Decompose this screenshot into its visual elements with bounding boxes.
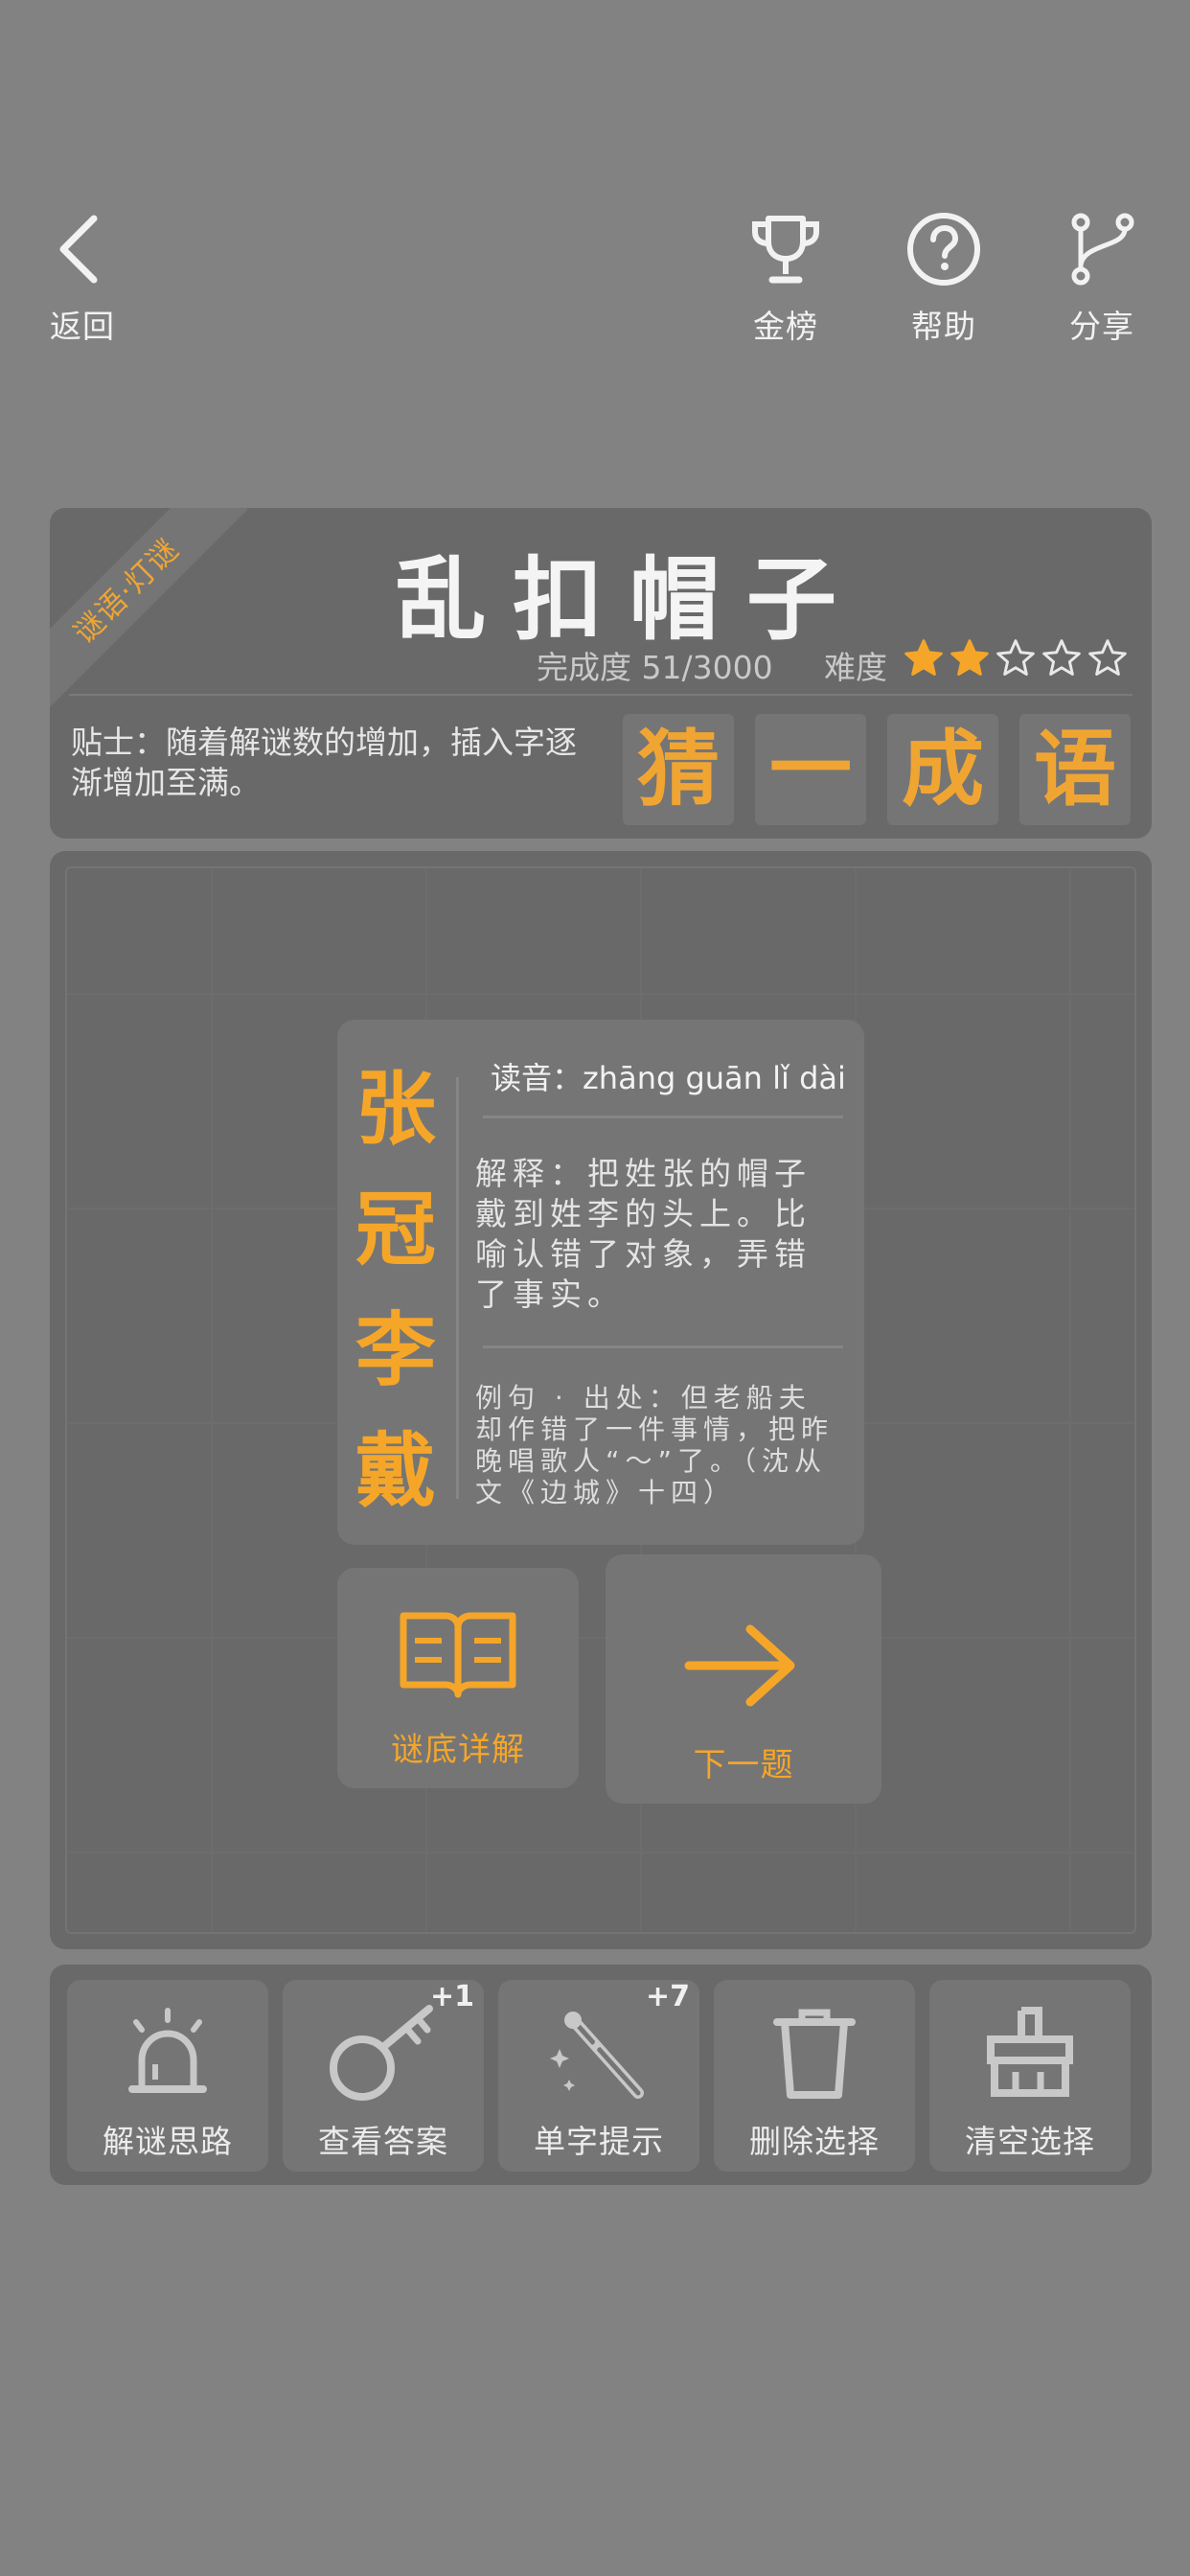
tool-label: 删除选择 bbox=[749, 2123, 880, 2160]
help-circle-icon bbox=[907, 213, 980, 286]
star-empty-icon bbox=[1042, 639, 1081, 676]
idiom-char: 冠 bbox=[355, 1183, 436, 1276]
divider bbox=[483, 1116, 843, 1118]
hint-chars: 猜一成语 bbox=[623, 714, 1131, 825]
answer-detail-label: 谜底详解 bbox=[391, 1731, 525, 1769]
broom-icon bbox=[987, 2007, 1073, 2097]
next-question-button[interactable]: 下一题 bbox=[606, 1554, 881, 1804]
star-filled-icon bbox=[904, 639, 943, 676]
clear-selection-button[interactable]: 清空选择 bbox=[929, 1980, 1131, 2172]
puzzle-card: 谜语·灯谜 乱扣帽子 完成度 51/3000 难度 贴士：随着解谜数的增加，插入… bbox=[50, 508, 1152, 839]
idiom-char: 戴 bbox=[355, 1424, 436, 1518]
key-icon bbox=[330, 2005, 433, 2101]
tool-label: 解谜思路 bbox=[103, 2123, 233, 2160]
open-book-icon bbox=[400, 1612, 516, 1698]
share-button[interactable]: 分享 bbox=[1044, 211, 1159, 355]
trophy-icon bbox=[752, 216, 819, 284]
tip-text: 贴士：随着解谜数的增加，插入字逐渐增加至满。 bbox=[71, 724, 577, 801]
idiom-char: 李 bbox=[355, 1303, 436, 1397]
answer-card: 张冠李戴 读音：zhāng guān lǐ dài 解释：把姓张的帽子戴到姓李的… bbox=[337, 1020, 864, 1545]
divider bbox=[456, 1077, 459, 1499]
magic-wand-icon bbox=[550, 2012, 644, 2099]
next-question-label: 下一题 bbox=[693, 1746, 794, 1784]
share-branch-icon bbox=[1071, 213, 1134, 286]
hint-approach-button[interactable]: 解谜思路 bbox=[67, 1980, 268, 2172]
tool-label: 查看答案 bbox=[318, 2123, 448, 2160]
divider bbox=[483, 1346, 843, 1348]
back-label: 返回 bbox=[50, 308, 115, 345]
tool-label: 清空选择 bbox=[965, 2123, 1095, 2160]
hint-char-tile: 语 bbox=[1019, 714, 1131, 825]
chevron-left-icon bbox=[59, 215, 98, 284]
single-char-hint-button[interactable]: +7 单字提示 bbox=[498, 1980, 699, 2172]
help-button[interactable]: 帮助 bbox=[886, 211, 1001, 355]
trash-icon bbox=[773, 2009, 856, 2099]
answer-idiom: 张冠李戴 bbox=[353, 1048, 439, 1531]
star-filled-icon bbox=[950, 639, 989, 676]
hint-char-tile: 成 bbox=[887, 714, 998, 825]
back-button[interactable]: 返回 bbox=[25, 211, 140, 355]
tool-badge: +1 bbox=[429, 1980, 474, 2013]
progress-text: 完成度 51/3000 bbox=[537, 649, 773, 686]
divider bbox=[69, 694, 1133, 696]
show-answer-button[interactable]: +1 查看答案 bbox=[283, 1980, 484, 2172]
example-text: 例句 · 出处：但老船夫却作错了一件事情，把昨晚唱歌人“～”了。（沈从文《边城》… bbox=[475, 1382, 835, 1508]
difficulty-label: 难度 bbox=[824, 649, 887, 686]
share-label: 分享 bbox=[1069, 308, 1134, 345]
difficulty-stars bbox=[903, 637, 1129, 679]
star-empty-icon bbox=[996, 639, 1035, 676]
leaderboard-label: 金榜 bbox=[753, 308, 818, 345]
star-empty-icon bbox=[1088, 639, 1127, 676]
arrow-right-icon bbox=[684, 1624, 795, 1707]
alarm-icon bbox=[128, 2008, 207, 2093]
hint-char-tile: 猜 bbox=[623, 714, 734, 825]
delete-selection-button[interactable]: 删除选择 bbox=[714, 1980, 915, 2172]
hint-char-tile: 一 bbox=[755, 714, 866, 825]
pronunciation-text: 读音：zhāng guān lǐ dài bbox=[491, 1060, 846, 1096]
tool-badge: +7 bbox=[645, 1980, 690, 2013]
bottom-toolbar: 解谜思路 +1 查看答案 +7 单字提示 删除选择 清空选择 bbox=[50, 1965, 1152, 2185]
explanation-text: 解释：把姓张的帽子戴到姓李的头上。比喻认错了对象，弄错了事实。 bbox=[475, 1155, 812, 1313]
tool-label: 单字提示 bbox=[534, 2123, 664, 2160]
leaderboard-button[interactable]: 金榜 bbox=[728, 211, 843, 355]
idiom-char: 张 bbox=[355, 1062, 436, 1156]
answer-detail-button[interactable]: 谜底详解 bbox=[337, 1568, 579, 1788]
help-label: 帮助 bbox=[911, 308, 976, 345]
